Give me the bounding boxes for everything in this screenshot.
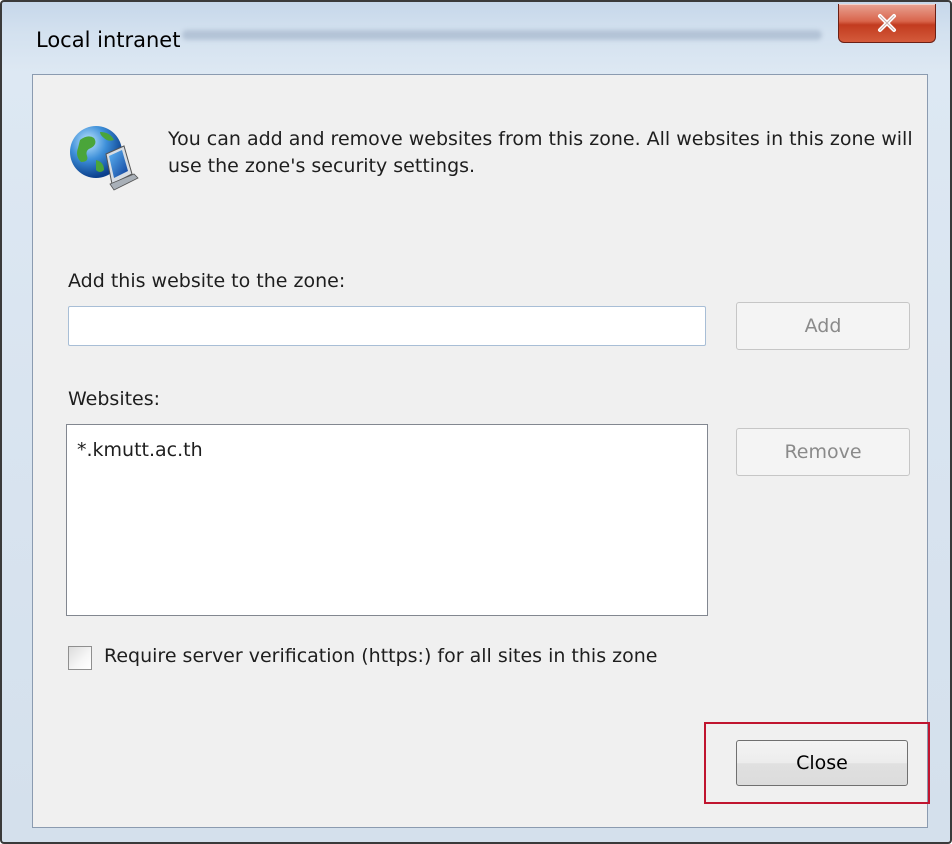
list-item[interactable]: *.kmutt.ac.th [77,439,203,461]
require-https-checkbox[interactable] [68,646,92,670]
require-https-label: Require server verification (https:) for… [104,645,658,667]
title-bar-background [182,30,822,40]
window-close-button[interactable] [838,4,936,43]
websites-list[interactable]: *.kmutt.ac.th [66,424,708,616]
window-title: Local intranet [36,28,181,52]
add-button[interactable]: Add [736,302,910,350]
close-icon [878,14,896,32]
zone-description: You can add and remove websites from thi… [168,128,913,177]
add-website-label: Add this website to the zone: [68,270,346,292]
globe-computer-icon [70,126,139,191]
close-button[interactable]: Close [736,740,908,786]
remove-button[interactable]: Remove [736,428,910,476]
websites-label: Websites: [68,388,161,410]
website-url-input[interactable] [68,306,706,346]
